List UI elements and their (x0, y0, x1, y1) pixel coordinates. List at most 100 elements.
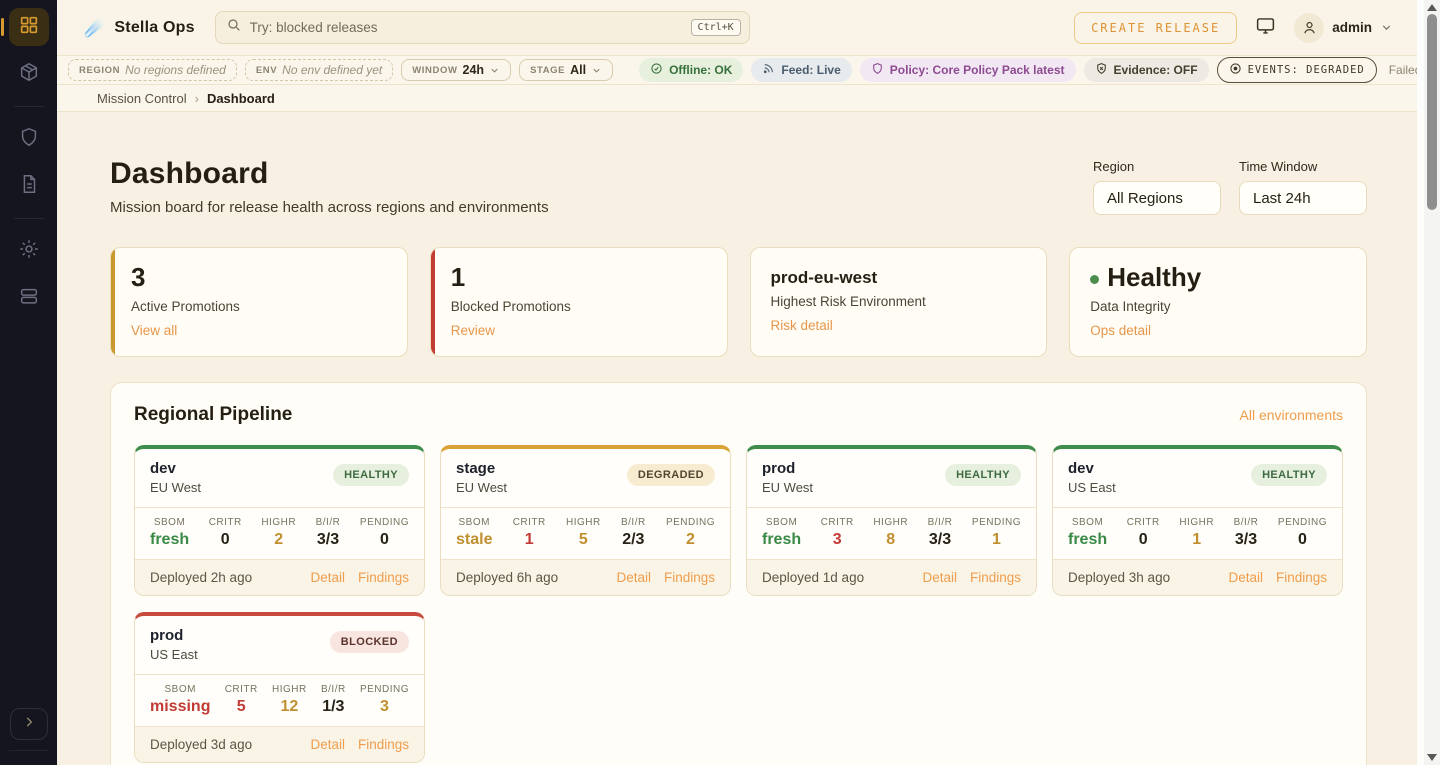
monitor-icon (1255, 15, 1276, 41)
pipeline-card: stage EU West DEGRADED SBOMstale CRITR1 … (440, 445, 731, 596)
stat-label-highr: HIGHR (272, 684, 307, 695)
policy-status-chip[interactable]: Policy: Core Policy Pack latest (860, 58, 1076, 82)
findings-link[interactable]: Findings (664, 570, 715, 585)
highest-risk-label: Highest Risk Environment (771, 294, 1027, 309)
sidebar-item-security[interactable] (9, 120, 49, 158)
stat-value-bir: 3/3 (928, 531, 953, 549)
page-subtitle: Mission board for release health across … (110, 199, 1093, 216)
events-status-label: EVENTS: DEGRADED (1248, 64, 1365, 76)
stat-label-critr: CRITR (225, 684, 258, 695)
evidence-status-label: Evidence: OFF (1114, 63, 1198, 77)
stat-value-critr: 0 (209, 531, 242, 549)
scroll-up-arrow-icon[interactable] (1427, 4, 1437, 11)
all-environments-link[interactable]: All environments (1240, 407, 1344, 423)
env-region: US East (1068, 480, 1116, 495)
chevron-down-icon (591, 65, 602, 76)
search-input[interactable] (250, 20, 683, 35)
page-title: Dashboard (110, 157, 1093, 191)
create-release-button[interactable]: CREATE RELEASE (1074, 12, 1237, 44)
stat-value-highr: 2 (261, 531, 296, 549)
ops-detail-link[interactable]: Ops detail (1090, 323, 1151, 338)
user-menu[interactable]: admin (1294, 13, 1393, 43)
server-icon (18, 285, 40, 312)
sidebar (0, 0, 57, 765)
region-chip-label: REGION (79, 65, 120, 76)
stat-value-highr: 5 (566, 531, 601, 549)
shield-off-icon (1095, 62, 1108, 78)
time-window-select[interactable]: Last 24h (1239, 181, 1367, 215)
sidebar-item-documents[interactable] (9, 167, 49, 205)
region-filter-chip[interactable]: REGION No regions defined (68, 59, 237, 81)
stat-value-sbom: missing (150, 698, 210, 716)
deployed-time: Deployed 2h ago (150, 570, 252, 585)
feed-status-chip[interactable]: Feed: Live (751, 58, 851, 82)
stat-label-highr: HIGHR (1179, 517, 1214, 528)
policy-status-label: Policy: Core Policy Pack latest (890, 63, 1065, 77)
detail-link[interactable]: Detail (616, 570, 651, 585)
risk-detail-link[interactable]: Risk detail (771, 318, 833, 333)
stat-label-bir: B/I/R (1234, 517, 1259, 528)
evidence-status-chip[interactable]: Evidence: OFF (1084, 58, 1209, 82)
findings-link[interactable]: Findings (1276, 570, 1327, 585)
sidebar-item-dashboard[interactable] (9, 8, 49, 46)
events-status-chip[interactable]: EVENTS: DEGRADED (1217, 57, 1377, 83)
stat-value-critr: 3 (821, 531, 854, 549)
breadcrumb-mission-control[interactable]: Mission Control (97, 91, 187, 106)
detail-link[interactable]: Detail (1228, 570, 1263, 585)
stat-label-sbom: SBOM (456, 517, 492, 528)
stat-value-critr: 0 (1127, 531, 1160, 549)
context-filter-bar: REGION No regions defined ENV No env def… (57, 55, 1417, 85)
chevron-down-icon (1380, 21, 1393, 34)
global-search[interactable]: Ctrl+K (215, 11, 750, 44)
findings-link[interactable]: Findings (970, 570, 1021, 585)
env-name: dev (1068, 460, 1116, 477)
top-bar: ☄️ Stella Ops Ctrl+K CREATE RELEASE (57, 0, 1417, 55)
offline-status-chip[interactable]: Offline: OK (639, 58, 743, 82)
env-chip-label: ENV (256, 65, 277, 76)
status-badge: BLOCKED (330, 631, 409, 653)
detail-link[interactable]: Detail (310, 737, 345, 752)
stat-value-highr: 8 (873, 531, 908, 549)
view-all-link[interactable]: View all (131, 323, 177, 338)
package-icon (18, 61, 40, 88)
app-root: ☄️ Stella Ops Ctrl+K CREATE RELEASE (0, 0, 1440, 765)
status-badge: HEALTHY (945, 464, 1021, 486)
sidebar-item-infrastructure[interactable] (9, 279, 49, 317)
sidebar-item-releases[interactable] (9, 55, 49, 93)
summary-cards: 3 Active Promotions View all 1 Blocked P… (110, 247, 1367, 357)
detail-link[interactable]: Detail (310, 570, 345, 585)
review-link[interactable]: Review (451, 323, 495, 338)
stat-label-sbom: SBOM (1068, 517, 1107, 528)
stat-value-highr: 1 (1179, 531, 1214, 549)
findings-link[interactable]: Findings (358, 570, 409, 585)
stat-value-sbom: stale (456, 531, 492, 549)
stat-label-sbom: SBOM (150, 517, 189, 528)
stage-filter-chip[interactable]: STAGE All (519, 59, 613, 81)
findings-link[interactable]: Findings (358, 737, 409, 752)
breadcrumb: Mission Control › Dashboard (57, 85, 1417, 112)
pipeline-card: dev US East HEALTHY SBOMfresh CRITR0 HIG… (1052, 445, 1343, 596)
stat-label-highr: HIGHR (261, 517, 296, 528)
stat-label-bir: B/I/R (316, 517, 341, 528)
page-scrollbar[interactable] (1424, 0, 1440, 765)
pipeline-card: prod US East BLOCKED SBOMmissing CRITR5 … (134, 612, 425, 763)
stat-value-pending: 3 (360, 698, 409, 716)
app-logo[interactable]: ☄️ Stella Ops (84, 17, 195, 38)
stat-label-critr: CRITR (209, 517, 242, 528)
display-mode-button[interactable] (1255, 15, 1276, 41)
detail-link[interactable]: Detail (922, 570, 957, 585)
regional-pipeline-title: Regional Pipeline (134, 404, 292, 426)
region-select[interactable]: All Regions (1093, 181, 1221, 215)
stat-value-pending: 0 (360, 531, 409, 549)
window-chip-value: 24h (463, 63, 485, 77)
window-filter-chip[interactable]: WINDOW 24h (401, 59, 511, 81)
env-filter-chip[interactable]: ENV No env defined yet (245, 59, 393, 81)
status-badge: DEGRADED (627, 464, 715, 486)
scrollbar-thumb[interactable] (1427, 14, 1437, 210)
sidebar-item-settings[interactable] (9, 232, 49, 270)
scroll-down-arrow-icon[interactable] (1427, 754, 1437, 761)
sidebar-expand-button[interactable] (10, 708, 48, 740)
page-gap (1417, 0, 1424, 765)
sidebar-divider (14, 218, 44, 219)
comet-logo-icon: ☄️ (84, 17, 106, 38)
